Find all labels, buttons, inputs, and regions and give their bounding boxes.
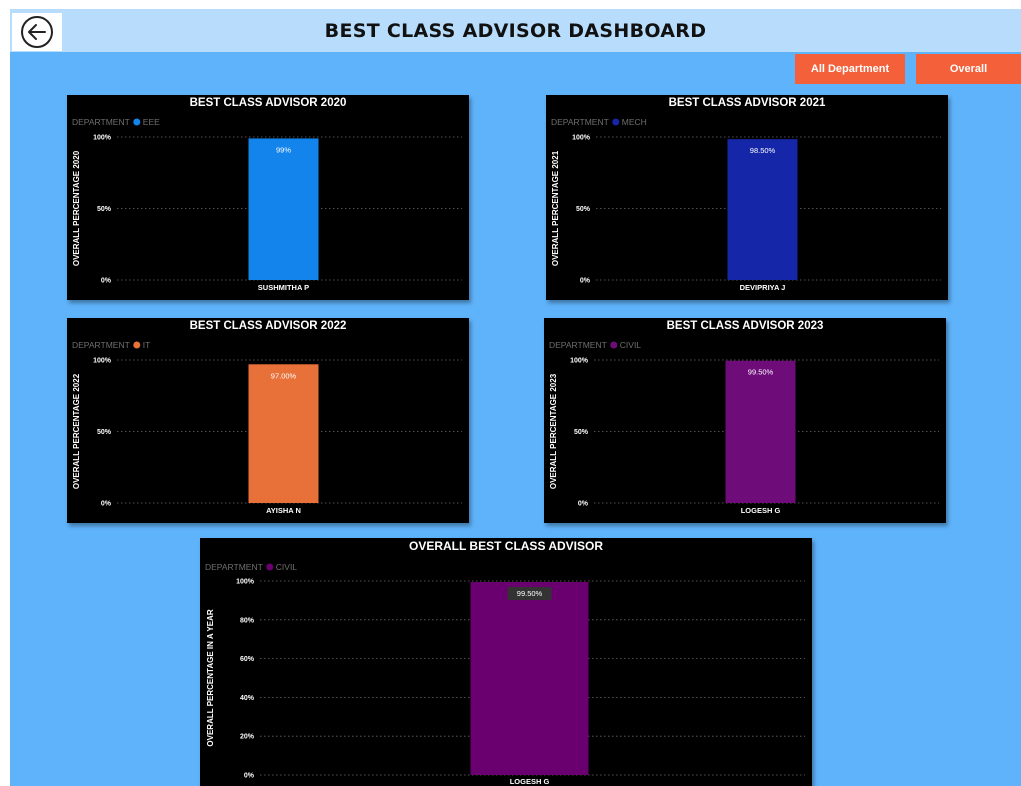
bar[interactable] xyxy=(248,138,319,280)
y-tick-label: 0% xyxy=(244,773,255,780)
y-tick-label: 20% xyxy=(240,734,255,741)
chart-title: BEST CLASS ADVISOR 2020 xyxy=(190,97,347,109)
y-tick-label: 0% xyxy=(580,278,591,285)
y-tick-label: 50% xyxy=(576,206,591,213)
chart-2020-panel: BEST CLASS ADVISOR 2020 DEPARTMENT EEE 0% 50… xyxy=(67,95,469,300)
bar[interactable] xyxy=(727,139,798,280)
bar[interactable] xyxy=(470,581,589,775)
bar[interactable] xyxy=(248,364,319,503)
chart-2021-panel: BEST CLASS ADVISOR 2021 DEPARTMENT MECH 0% 5… xyxy=(546,95,948,300)
legend-marker xyxy=(610,341,618,349)
chart-svg: BEST CLASS ADVISOR 2020 DEPARTMENT EEE 0% 50… xyxy=(72,97,462,292)
overall-button[interactable]: Overall xyxy=(916,54,1021,84)
chart-title: BEST CLASS ADVISOR 2022 xyxy=(190,320,347,332)
y-axis-label: OVERALL PERCENTAGE IN A YEAR xyxy=(206,609,215,746)
x-category-label: LOGESH G xyxy=(510,777,550,786)
chart-title: BEST CLASS ADVISOR 2021 xyxy=(669,97,826,109)
legend-marker xyxy=(133,341,141,349)
legend-item[interactable]: CIVIL xyxy=(276,562,298,572)
y-tick-label: 0% xyxy=(101,278,112,285)
data-label: 99.50% xyxy=(517,589,543,598)
legend-marker xyxy=(612,118,620,126)
back-button[interactable] xyxy=(12,13,62,51)
data-label: 98.50% xyxy=(750,146,776,155)
header-bar xyxy=(10,9,1021,52)
legend-item[interactable]: IT xyxy=(143,340,151,350)
y-tick-label: 100% xyxy=(93,135,112,142)
chart-title: OVERALL BEST CLASS ADVISOR xyxy=(409,539,603,553)
data-label: 99% xyxy=(276,145,291,154)
x-category-label: SUSHMITHA P xyxy=(258,283,309,292)
chart-title: BEST CLASS ADVISOR 2023 xyxy=(667,320,824,332)
y-axis-label: OVERALL PERCENTAGE 2022 xyxy=(72,373,81,489)
legend-title: DEPARTMENT xyxy=(549,340,607,350)
chart-svg: BEST CLASS ADVISOR 2021 DEPARTMENT MECH 0% 5… xyxy=(551,97,941,292)
legend-title: DEPARTMENT xyxy=(72,340,130,350)
y-axis-label: OVERALL PERCENTAGE 2023 xyxy=(549,373,558,489)
x-category-label: DEVIPRIYA J xyxy=(740,283,786,292)
legend-title: DEPARTMENT xyxy=(205,562,263,572)
y-tick-label: 0% xyxy=(101,501,112,508)
data-label: 97.00% xyxy=(271,371,297,380)
dashboard-canvas: BEST CLASS ADVISOR DASHBOARD All Departm… xyxy=(10,9,1021,786)
legend-marker xyxy=(266,563,274,571)
chart-2023-panel: BEST CLASS ADVISOR 2023 DEPARTMENT CIVIL 0%… xyxy=(544,318,946,523)
y-tick-label: 80% xyxy=(240,617,255,624)
chart-svg: BEST CLASS ADVISOR 2022 DEPARTMENT IT 0% 50%… xyxy=(72,320,462,515)
y-axis-label: OVERALL PERCENTAGE 2020 xyxy=(72,150,81,266)
y-tick-label: 50% xyxy=(97,206,112,213)
y-axis-label: OVERALL PERCENTAGE 2021 xyxy=(551,150,560,266)
y-tick-label: 50% xyxy=(574,429,589,436)
y-tick-label: 100% xyxy=(572,135,591,142)
legend-item[interactable]: MECH xyxy=(622,117,647,127)
chart-2022-panel: BEST CLASS ADVISOR 2022 DEPARTMENT IT 0% 50%… xyxy=(67,318,469,523)
legend-item[interactable]: EEE xyxy=(143,117,160,127)
legend-item[interactable]: CIVIL xyxy=(620,340,642,350)
chart-svg: BEST CLASS ADVISOR 2023 DEPARTMENT CIVIL 0%… xyxy=(549,320,939,515)
y-tick-label: 50% xyxy=(97,429,112,436)
data-label: 99.50% xyxy=(748,368,774,377)
y-tick-label: 100% xyxy=(236,579,255,586)
y-tick-label: 100% xyxy=(570,358,589,365)
y-tick-label: 40% xyxy=(240,695,255,702)
back-arrow-icon xyxy=(21,16,53,48)
chart-overall-panel: OVERALL BEST CLASS ADVISOR DEPARTMENT CIVI… xyxy=(200,538,812,786)
y-tick-label: 60% xyxy=(240,656,255,663)
legend-title: DEPARTMENT xyxy=(551,117,609,127)
x-category-label: LOGESH G xyxy=(741,506,781,515)
y-tick-label: 100% xyxy=(93,358,112,365)
chart-svg: OVERALL BEST CLASS ADVISOR DEPARTMENT CIVI… xyxy=(205,539,805,786)
all-department-button[interactable]: All Department xyxy=(795,54,905,84)
bar[interactable] xyxy=(725,360,796,503)
y-tick-label: 0% xyxy=(578,501,589,508)
legend-marker xyxy=(133,118,141,126)
legend-title: DEPARTMENT xyxy=(72,117,130,127)
x-category-label: AYISHA N xyxy=(266,506,301,515)
